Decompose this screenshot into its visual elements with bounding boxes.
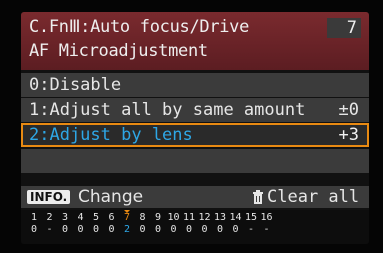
cfn-number: 16 [260,212,273,223]
cfn-cell: 40 [74,212,88,236]
cfn-value: 0 [77,224,84,235]
cfn-value: 0 [61,224,69,235]
cfn-value: 0 [216,224,224,235]
cfn-number: 8 [139,212,146,223]
custom-function-group-title: C.FnⅢ:Auto focus/Drive [29,17,250,37]
option-label: 1:Adjust all by same amount [29,100,306,120]
cfn-value: 0 [170,224,177,235]
cfn-value: 0 [154,224,162,235]
cfn-number: 7 [123,212,131,223]
cfn-number: 13 [213,212,227,223]
cfn-value: 0 [201,224,208,235]
clear-all-label[interactable]: Clear all [267,187,359,207]
cfn-number: 15 [244,212,258,223]
cfn-cell: 11 0 [182,212,196,236]
cfn-number: 1 [30,212,38,223]
cfn-number: 12 [198,212,211,223]
custom-function-title: AF Microadjustment [29,41,208,61]
custom-function-status-strip: 1 0 2-3 0 4 0 5 0 6 0 7 2 8 0 9 0 10 0 11 0 12 0 13 0 14 0 15-16- [21,210,369,244]
cfn-cell: 16- [260,212,274,236]
cfn-number: 6 [108,212,115,223]
cfn-number: 5 [92,212,100,223]
option-value: +3 [338,125,359,145]
option-adjust-by-lens[interactable]: 2:Adjust by lens +3 [21,123,369,147]
cfn-number: 14 [229,212,242,223]
cfn-value: 0 [232,224,239,235]
option-label: 0:Disable [29,75,122,95]
cfn-value: 0 [108,224,115,235]
cfn-cell: 50 [89,212,103,236]
option-adjust-all[interactable]: 1:Adjust all by same amount ±0 [21,98,369,122]
cfn-cell: 13 0 [213,212,227,236]
cfn-cell: 90 [151,212,165,236]
cfn-cell: 30 [58,212,72,236]
cfn-value: 0 [185,224,193,235]
cfn-value: - [46,224,53,235]
cfn-cell: 2- [43,212,57,236]
cfn-cell: 10 [27,212,41,236]
cfn-number: 9 [154,212,162,223]
cfn-value: - [247,224,255,235]
menu-screen: C.FnⅢ:Auto focus/Drive AF Microadjustmen… [21,12,369,244]
cfn-number: 10 [167,212,180,223]
empty-row [21,149,369,173]
cfn-number: 2 [46,212,53,223]
cfn-value: 0 [139,224,146,235]
option-disable[interactable]: 0:Disable [21,73,369,97]
option-value: ±0 [338,100,359,120]
cfn-cell: 10 0 [167,212,181,236]
option-label: 2:Adjust by lens [29,125,193,145]
cfn-cell: 60 [105,212,119,236]
function-number-badge: 7 [327,18,361,38]
cfn-value: 0 [30,224,38,235]
trash-icon[interactable] [252,190,264,204]
cfn-cell: 12 0 [198,212,212,236]
cfn-cell: 80 [136,212,150,236]
change-label: Change [78,187,144,207]
cfn-cell: 14 0 [229,212,243,236]
cfn-number: 3 [61,212,69,223]
active-function-marker [124,210,130,213]
action-bar: INFO. Change Clear all [21,186,369,208]
cfn-cell: 72 [120,212,134,236]
cfn-value: 2 [123,224,131,235]
cfn-cell: 15- [244,212,258,236]
cfn-value: 0 [92,224,100,235]
cfn-value: - [263,224,270,235]
camera-lcd-frame: C.FnⅢ:Auto focus/Drive AF Microadjustmen… [0,0,383,253]
info-button-icon[interactable]: INFO. [27,190,71,204]
cfn-number: 11 [182,212,196,223]
cfn-number: 4 [77,212,84,223]
menu-header: C.FnⅢ:Auto focus/Drive AF Microadjustmen… [21,12,369,70]
